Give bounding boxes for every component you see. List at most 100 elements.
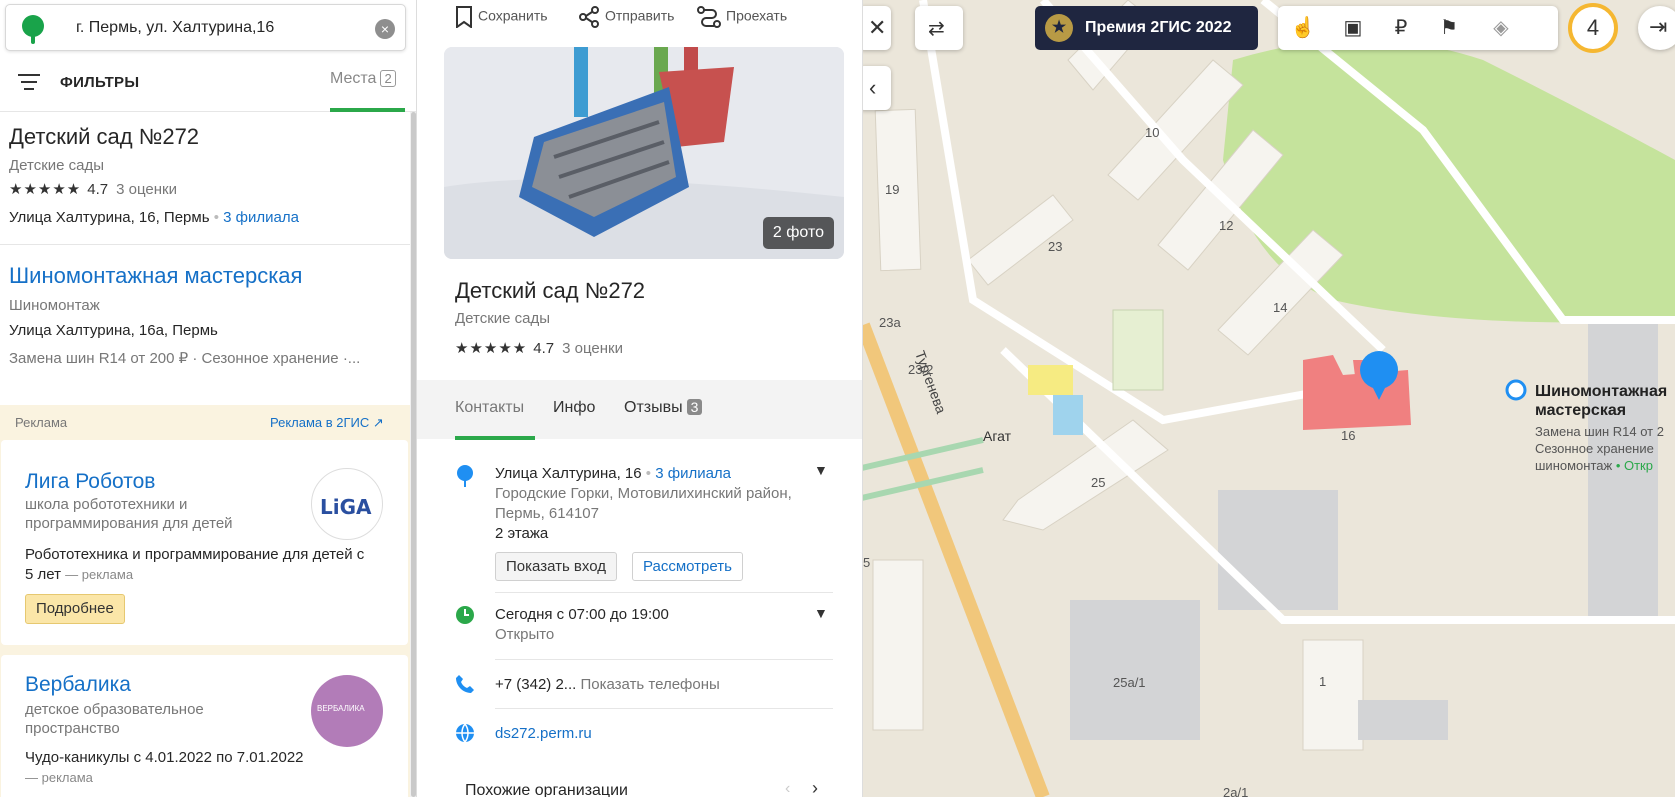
chevron-left-icon: ‹: [869, 75, 877, 100]
address-text: Улица Халтурина, 16, Пермь: [9, 209, 210, 226]
result-title[interactable]: Шиномонтажная мастерская: [9, 263, 302, 289]
reviews-tab-badge: 3: [686, 399, 703, 415]
verbalika-logo: ВЕРБАЛИКА: [311, 675, 383, 747]
reviews-count[interactable]: 3 оценки: [562, 340, 623, 357]
filters-button[interactable]: ФИЛЬТРЫ: [60, 74, 139, 91]
ad-description: Робототехника и программирование для дет…: [25, 545, 365, 585]
ad-subtitle: школа робототехники и программирования д…: [25, 496, 233, 532]
details-panel: Сохранить Отправить Проехать 2 фото Детс…: [417, 0, 863, 797]
divider: [495, 659, 833, 660]
building-number: 19: [885, 182, 900, 197]
tab-contacts[interactable]: Контакты: [455, 399, 524, 417]
chevron-down-icon[interactable]: ▼: [814, 605, 828, 621]
tab-contacts-underline: [455, 436, 535, 440]
result-category: Детские сады: [9, 157, 105, 174]
result-card-kindergarten[interactable]: Детский сад №272 Детские сады ★★★★★ 4.7 3 …: [0, 112, 410, 245]
scrollbar-thumb[interactable]: [411, 112, 416, 797]
photo-layer-icon[interactable]: ☝: [1290, 15, 1316, 41]
next-arrow-icon[interactable]: ›: [812, 778, 818, 797]
collapse-panel-button[interactable]: ‹: [863, 66, 891, 110]
globe-icon: [456, 723, 474, 743]
poi-label-agat: Агат: [983, 428, 1012, 444]
poi-tire-service-title[interactable]: Шиномонтажная мастерская: [1535, 382, 1675, 420]
address-text: Улица Халтурина, 16а, Пермь: [9, 322, 218, 339]
prev-arrow-icon[interactable]: ‹: [785, 780, 790, 797]
clear-search-button[interactable]: ×: [375, 19, 395, 39]
building-number: 23/2: [908, 362, 934, 377]
hours-block: Сегодня с 07:00 до 19:00 Открыто: [495, 605, 669, 645]
floors-count: 2 этажа: [495, 525, 549, 542]
login-button[interactable]: ⇥: [1638, 6, 1675, 50]
liga-logo: LiGA: [311, 468, 383, 540]
photo-count-badge[interactable]: 2 фото: [762, 217, 834, 249]
layers-icon[interactable]: ◈: [1488, 15, 1514, 41]
clock-icon: [456, 606, 474, 624]
map-view[interactable]: ✕ ‹ ⇄ ★ Премия 2ГИС 2022 ☝ ▣ ₽ ⚑ ◈ 4 ⇥ Т…: [863, 0, 1675, 797]
building-number: 12: [1219, 218, 1234, 233]
place-category: Детские сады: [455, 310, 551, 327]
divider: [495, 708, 833, 709]
phone-number: +7 (342) 2...: [495, 676, 577, 693]
ad-title[interactable]: Вербалика: [25, 673, 131, 697]
promo-text: Замена шин R14 от 200 ₽ · Сезонное хране…: [9, 350, 361, 367]
place-title: Детский сад №272: [455, 278, 646, 303]
filters-bar: ФИЛЬТРЫ Места 2: [0, 62, 416, 112]
ad-subtitle: детское образовательное пространство: [25, 701, 204, 737]
place-rating-row: ★★★★★ 4.7 3 оценки: [455, 339, 623, 358]
transport-icon[interactable]: ▣: [1340, 15, 1366, 41]
poi-desc-line2: Сезонное хранение: [1535, 441, 1654, 456]
building-number: 25: [1091, 475, 1106, 490]
phone-block: +7 (342) 2... Показать телефоны: [495, 675, 720, 695]
tab-reviews[interactable]: Отзывы 3: [624, 399, 703, 417]
website-link[interactable]: ds272.perm.ru: [495, 724, 592, 744]
medal-icon: ★: [1045, 14, 1073, 42]
phone-icon: [456, 675, 474, 693]
ads-header: Реклама: [15, 415, 68, 430]
building-number: 2а/1: [1223, 785, 1249, 797]
tab-places[interactable]: Места 2: [330, 70, 396, 88]
search-box[interactable]: г. Пермь, ул. Халтурина,16 ×: [5, 4, 406, 51]
more-button[interactable]: Подробнее: [25, 594, 125, 624]
building-number: 1: [1319, 674, 1327, 689]
result-card-tire-service[interactable]: Шиномонтажная мастерская Шиномонтаж Улиц…: [0, 245, 410, 383]
save-button[interactable]: Сохранить: [455, 6, 548, 28]
chevron-down-icon[interactable]: ▼: [814, 462, 828, 478]
ruble-icon[interactable]: ₽: [1388, 15, 1414, 41]
ads-in-2gis-link[interactable]: Реклама в 2ГИС ↗: [270, 415, 384, 431]
rating-value: 4.7: [533, 340, 555, 357]
app-root: г. Пермь, ул. Халтурина,16 × ФИЛЬТРЫ Мес…: [0, 0, 1675, 797]
show-phones-link[interactable]: Показать телефоны: [580, 676, 719, 693]
filter-icon[interactable]: [18, 74, 40, 92]
building-number: 10: [1145, 125, 1160, 140]
login-icon: ⇥: [1649, 14, 1668, 39]
view-button[interactable]: Рассмотреть: [632, 552, 743, 581]
result-title[interactable]: Детский сад №272: [9, 124, 199, 150]
directions-button[interactable]: ⇄: [915, 6, 963, 50]
close-panel-button[interactable]: ✕: [863, 6, 891, 50]
branches-link[interactable]: 3 филиала: [655, 465, 731, 482]
premium-banner[interactable]: ★ Премия 2ГИС 2022: [1035, 6, 1258, 50]
share-label: Отправить: [605, 7, 675, 24]
route-button[interactable]: Проехать: [697, 6, 787, 28]
search-input[interactable]: г. Пермь, ул. Халтурина,16: [76, 19, 274, 37]
branches-link[interactable]: 3 филиала: [223, 209, 299, 226]
tab-places-label: Места: [330, 70, 377, 87]
reviews-count[interactable]: 3 оценки: [116, 181, 177, 198]
layers-count-badge[interactable]: 4: [1568, 3, 1618, 53]
details-tabs: Контакты Инфо Отзывы 3: [417, 380, 862, 439]
bookmark-icon: [456, 6, 472, 28]
tab-info[interactable]: Инфо: [553, 399, 595, 417]
similar-orgs-heading[interactable]: Похожие организации: [465, 782, 628, 797]
share-button[interactable]: Отправить: [578, 6, 674, 28]
show-entrance-button[interactable]: Показать вход: [495, 552, 617, 581]
separator-dot: •: [645, 465, 652, 482]
route-label: Проехать: [726, 7, 788, 24]
photo-gallery[interactable]: 2 фото: [444, 47, 844, 259]
signpost-icon[interactable]: ⚑: [1436, 15, 1462, 41]
premium-label: Премия 2ГИС 2022: [1085, 19, 1232, 36]
ad-mark: — реклама: [65, 567, 134, 582]
poi-desc-line1: Замена шин R14 от 2: [1535, 424, 1664, 439]
poi-open-status: • Откр: [1615, 458, 1653, 473]
ad-title[interactable]: Лига Роботов: [25, 470, 155, 494]
results-panel: г. Пермь, ул. Халтурина,16 × ФИЛЬТРЫ Мес…: [0, 0, 417, 797]
